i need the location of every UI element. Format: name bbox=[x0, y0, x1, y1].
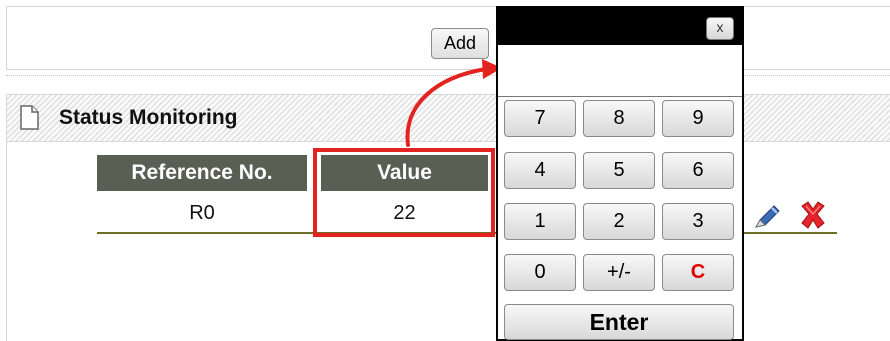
number-keypad-popup: x 7 8 9 4 5 6 1 2 3 0 +/- C Enter bbox=[496, 6, 744, 341]
keypad-key-8[interactable]: 8 bbox=[583, 100, 655, 137]
add-button[interactable]: Add bbox=[431, 28, 489, 59]
reference-number-header: Reference No. bbox=[97, 155, 307, 191]
delete-icon[interactable] bbox=[797, 200, 829, 230]
red-arrow bbox=[405, 59, 502, 147]
value-highlight-box bbox=[313, 148, 495, 237]
keypad-key-sign-toggle[interactable]: +/- bbox=[583, 254, 655, 291]
keypad-key-9[interactable]: 9 bbox=[662, 100, 734, 137]
reference-number-cell: R0 bbox=[189, 201, 215, 224]
status-monitoring-title: Status Monitoring bbox=[59, 106, 238, 129]
keypad-key-2[interactable]: 2 bbox=[583, 203, 655, 240]
keypad-enter-button[interactable]: Enter bbox=[504, 304, 734, 340]
keypad-key-3[interactable]: 3 bbox=[662, 203, 734, 240]
keypad-display bbox=[498, 45, 742, 97]
keypad-key-5[interactable]: 5 bbox=[583, 152, 655, 189]
pencil-icon[interactable] bbox=[752, 202, 782, 232]
document-icon bbox=[20, 105, 39, 130]
left-border bbox=[6, 142, 7, 341]
keypad-key-6[interactable]: 6 bbox=[662, 152, 734, 189]
page: Add Status Monitoring Reference No. Valu… bbox=[0, 0, 890, 341]
close-icon[interactable]: x bbox=[706, 17, 734, 40]
keypad-key-0[interactable]: 0 bbox=[504, 254, 576, 291]
keypad-key-1[interactable]: 1 bbox=[504, 203, 576, 240]
keypad-key-7[interactable]: 7 bbox=[504, 100, 576, 137]
keypad-key-clear[interactable]: C bbox=[662, 254, 734, 291]
keypad-titlebar: x bbox=[498, 8, 742, 45]
keypad-key-4[interactable]: 4 bbox=[504, 152, 576, 189]
